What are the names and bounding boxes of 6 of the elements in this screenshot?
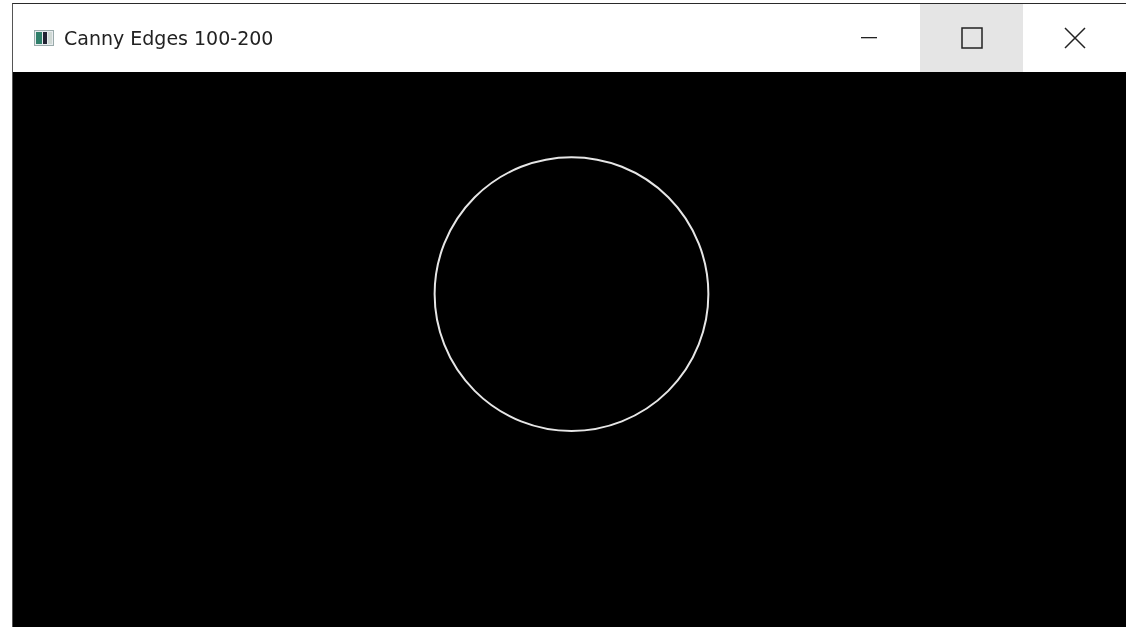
app-icon bbox=[34, 30, 54, 46]
window-title: Canny Edges 100-200 bbox=[64, 27, 274, 49]
close-icon bbox=[1063, 27, 1086, 49]
minimize-icon bbox=[860, 37, 877, 39]
maximize-icon bbox=[960, 27, 983, 49]
maximize-button[interactable] bbox=[920, 4, 1023, 72]
